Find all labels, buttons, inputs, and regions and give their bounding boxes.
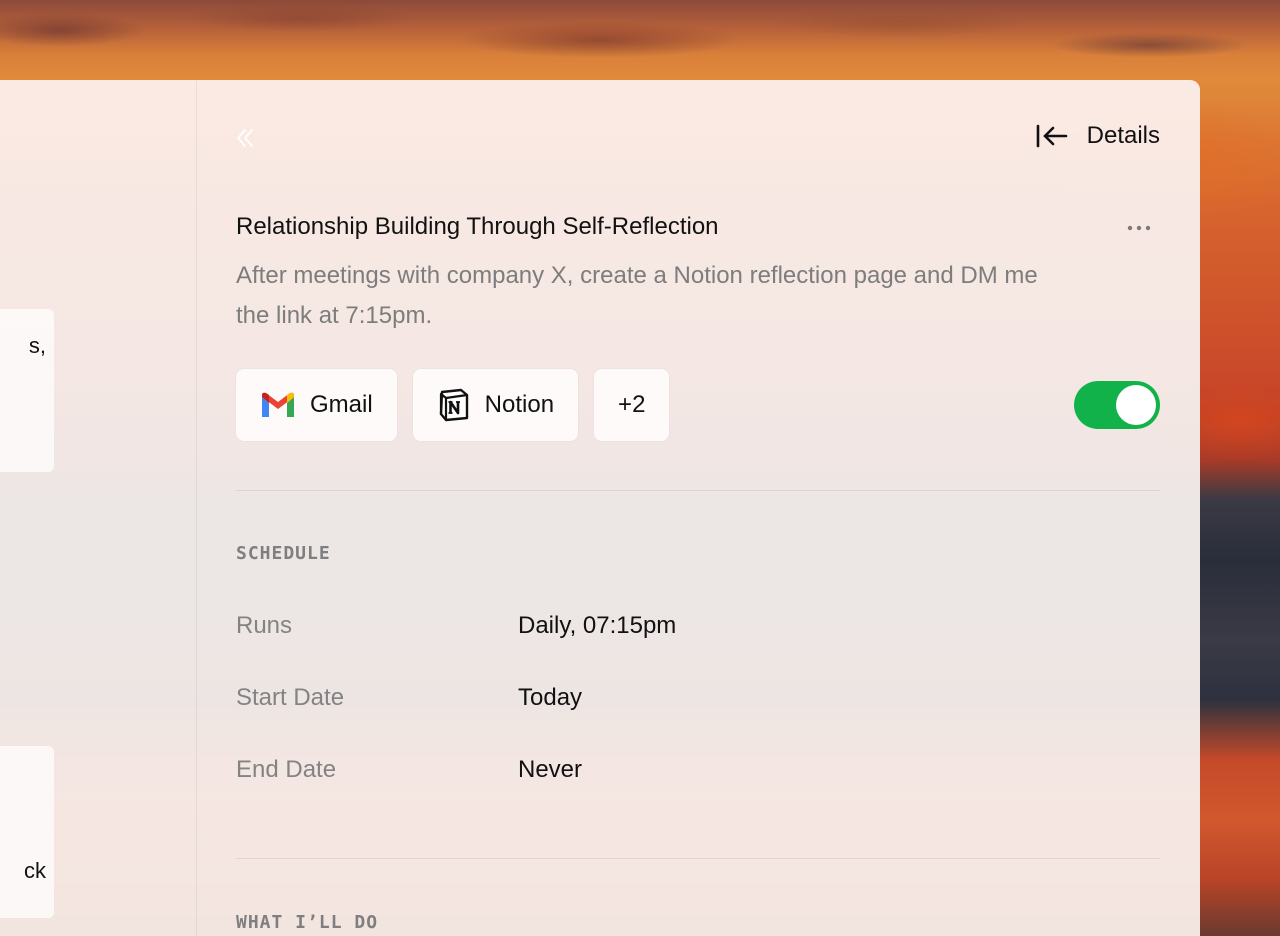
integration-chips: Gmail Notion +2 [236,369,670,441]
schedule-row-label: End Date [236,756,337,783]
schedule-row-value[interactable]: Daily, 07:15pm [518,612,676,640]
more-options-button[interactable] [1124,216,1154,240]
panel-collapse-icon [1036,124,1067,148]
task-enabled-toggle[interactable] [1074,381,1160,429]
integration-label: Notion [484,391,555,418]
schedule-row-value[interactable]: Never [518,756,582,784]
task-list-card[interactable]: ck [0,746,54,918]
section-divider [236,858,1160,859]
collapse-sidebar-button[interactable] [231,124,259,152]
integration-chip-gmail[interactable]: Gmail [236,369,397,441]
task-list-card[interactable]: s, [0,309,54,472]
integration-chip-notion[interactable]: Notion [412,369,579,441]
more-integrations-chip[interactable]: +2 [594,369,670,441]
schedule-row-label: Runs [236,612,293,639]
integration-label: Gmail [310,391,373,418]
ellipsis-icon [1127,225,1151,231]
section-divider [236,490,1160,491]
notion-icon [439,388,468,422]
toggle-knob [1116,385,1156,425]
double-chevron-left-icon [237,129,253,147]
gmail-icon [262,392,294,417]
more-integrations-count: +2 [618,391,646,418]
task-list-column: s, ck [0,80,197,936]
details-panel: Details Relationship Building Through Se… [197,80,1200,936]
details-panel-toggle[interactable]: Details [1035,120,1160,152]
schedule-row-value[interactable]: Today [518,684,582,712]
schedule-section-label: SCHEDULE [236,543,331,564]
what-ill-do-section-label: WHAT I’LL DO [236,912,379,933]
wallpaper-clouds [0,0,1280,80]
app-window: s, ck Details Relationship Building Thro… [0,80,1200,936]
schedule-row-label: Start Date [236,684,345,711]
task-description: After meetings with company X, create a … [236,262,1038,329]
panel-title: Details [1086,122,1160,149]
task-title: Relationship Building Through Self-Refle… [236,213,719,240]
task-card-text-fragment: s, [28,333,46,358]
task-card-text-fragment: ck [24,858,46,883]
